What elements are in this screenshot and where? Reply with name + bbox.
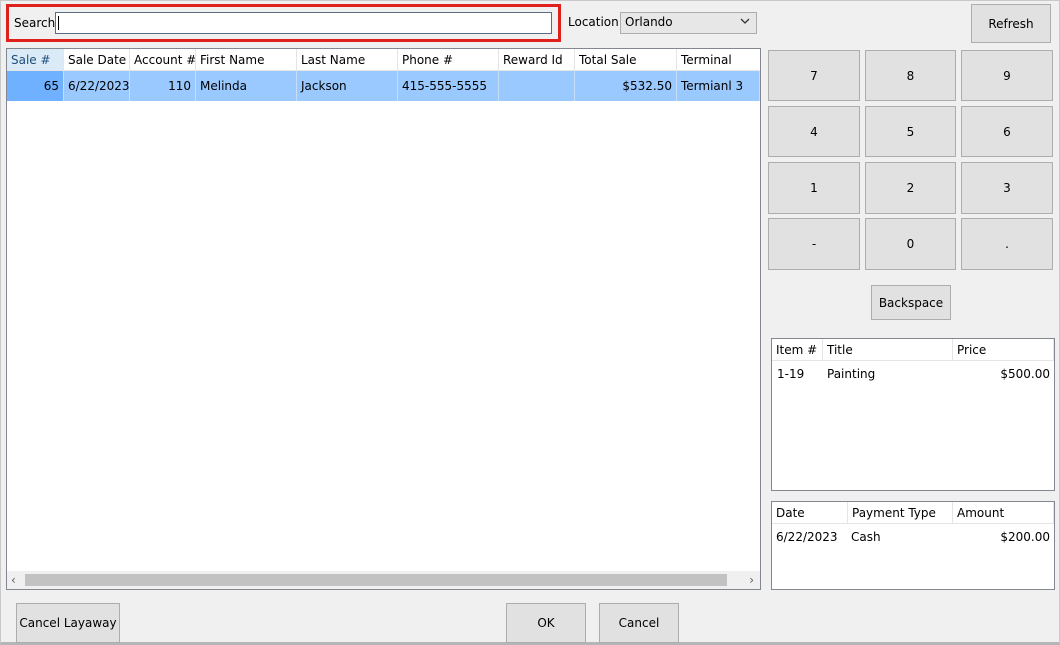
column-header-date[interactable]: Date	[772, 502, 848, 524]
cell-total-sale: $532.50	[575, 71, 677, 101]
column-header-sale-number[interactable]: Sale #	[7, 49, 64, 71]
cell-sale-number: 65	[7, 71, 64, 101]
chevron-down-icon	[740, 16, 750, 29]
column-header-title[interactable]: Title	[823, 339, 953, 361]
keypad-5-button[interactable]: 5	[865, 106, 956, 157]
scrollbar-thumb[interactable]	[25, 574, 727, 586]
keypad-minus-button[interactable]: -	[768, 218, 860, 270]
items-grid: Item # Title Price 1-19 Painting $500.00	[771, 338, 1055, 491]
search-label: Search	[14, 16, 56, 30]
cell-item-number: 1-19	[777, 367, 805, 381]
column-header-amount[interactable]: Amount	[953, 502, 1054, 524]
location-selected-value: Orlando	[625, 15, 673, 29]
keypad-9-button[interactable]: 9	[961, 50, 1053, 101]
backspace-button[interactable]: Backspace	[871, 285, 951, 320]
cell-price: $500.00	[1000, 367, 1050, 381]
cell-phone: 415-555-5555	[398, 71, 499, 101]
column-header-price[interactable]: Price	[953, 339, 1054, 361]
column-header-sale-date[interactable]: Sale Date	[64, 49, 130, 71]
cell-payment-date: 6/22/2023	[776, 530, 838, 544]
column-header-reward-id[interactable]: Reward Id	[499, 49, 575, 71]
column-header-last-name[interactable]: Last Name	[297, 49, 398, 71]
column-header-account-number[interactable]: Account #	[130, 49, 196, 71]
cell-sale-date: 6/22/2023	[64, 71, 130, 101]
keypad-3-button[interactable]: 3	[961, 162, 1053, 214]
column-header-first-name[interactable]: First Name	[196, 49, 297, 71]
cancel-button[interactable]: Cancel	[599, 603, 679, 643]
column-header-payment-type[interactable]: Payment Type	[848, 502, 953, 524]
refresh-button[interactable]: Refresh	[971, 4, 1051, 43]
horizontal-scrollbar[interactable]: ‹ ›	[7, 571, 760, 589]
keypad-6-button[interactable]: 6	[961, 106, 1053, 157]
column-header-total-sale[interactable]: Total Sale	[575, 49, 677, 71]
location-label: Location	[568, 15, 619, 29]
keypad-1-button[interactable]: 1	[768, 162, 860, 214]
column-header-terminal[interactable]: Terminal	[677, 49, 760, 71]
text-caret	[58, 16, 59, 30]
cell-first-name: Melinda	[196, 71, 297, 101]
keypad-4-button[interactable]: 4	[768, 106, 860, 157]
scroll-left-icon[interactable]: ‹	[11, 573, 16, 587]
column-header-phone[interactable]: Phone #	[398, 49, 499, 71]
location-dropdown[interactable]: Orlando	[620, 12, 757, 34]
cancel-layaway-button[interactable]: Cancel Layaway	[16, 603, 120, 643]
cell-payment-type: Cash	[851, 530, 881, 544]
keypad-8-button[interactable]: 8	[865, 50, 956, 101]
search-input[interactable]	[55, 12, 552, 34]
scroll-right-icon[interactable]: ›	[749, 573, 754, 587]
cell-reward-id	[499, 71, 575, 101]
sales-grid-header: Sale # Sale Date Account # First Name La…	[7, 49, 760, 71]
keypad-2-button[interactable]: 2	[865, 162, 956, 214]
cell-last-name: Jackson	[297, 71, 398, 101]
keypad-0-button[interactable]: 0	[865, 218, 956, 270]
cell-account-number: 110	[130, 71, 196, 101]
keypad-7-button[interactable]: 7	[768, 50, 860, 101]
ok-button[interactable]: OK	[506, 603, 586, 643]
cell-title: Painting	[827, 367, 876, 381]
keypad-decimal-button[interactable]: .	[961, 218, 1053, 270]
sales-grid: Sale # Sale Date Account # First Name La…	[6, 48, 761, 590]
column-header-item-number[interactable]: Item #	[772, 339, 823, 361]
payments-grid: Date Payment Type Amount 6/22/2023 Cash …	[771, 501, 1055, 590]
table-row[interactable]: 65 6/22/2023 110 Melinda Jackson 415-555…	[7, 71, 760, 101]
cell-terminal: Termianl 3	[677, 71, 760, 101]
cell-amount: $200.00	[1000, 530, 1050, 544]
